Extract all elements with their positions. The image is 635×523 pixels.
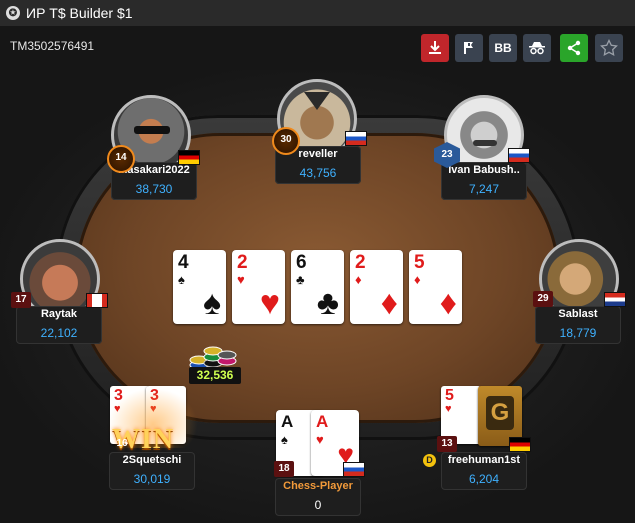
favorite-button[interactable] bbox=[595, 34, 623, 62]
download-icon bbox=[429, 41, 441, 54]
level-badge: 30 bbox=[272, 127, 300, 155]
player-stack: 30,019 bbox=[133, 472, 171, 486]
player-plate: Sablast 18,779 bbox=[535, 306, 621, 344]
level-badge: 17 bbox=[11, 292, 31, 308]
level-badge: 29 bbox=[533, 291, 553, 307]
flag-germany-icon bbox=[178, 150, 200, 165]
level-badge: 13 bbox=[437, 436, 457, 452]
player-plate: Ivan Babush.. 7,247 bbox=[441, 162, 527, 200]
table-id: TM3502576491 bbox=[10, 39, 95, 53]
level-badge: 14 bbox=[107, 145, 135, 173]
board-card: 4 ♠ ♠ bbox=[173, 250, 226, 324]
heart-icon: ♥ bbox=[259, 284, 280, 322]
star-icon bbox=[600, 39, 618, 57]
app-logo-icon: ✪ bbox=[6, 6, 20, 20]
flag-russia-icon bbox=[343, 462, 365, 477]
player-stack: 22,102 bbox=[40, 326, 78, 340]
flag-croatia-icon bbox=[604, 292, 626, 307]
flag-russia-icon bbox=[345, 131, 367, 146]
player-name: Ivan Babush.. bbox=[448, 164, 520, 176]
player-stack: 43,756 bbox=[299, 166, 337, 180]
diamond-icon: ♦ bbox=[380, 284, 398, 322]
player-name: Chess-Player bbox=[283, 480, 353, 492]
flag-germany-icon bbox=[509, 437, 531, 452]
player-plate: Chess-Player 0 bbox=[275, 478, 361, 516]
player-stack: 0 bbox=[314, 498, 322, 512]
download-button[interactable] bbox=[421, 34, 449, 62]
flag-icon bbox=[464, 42, 473, 54]
player-name: 2Squetschi bbox=[122, 454, 182, 466]
incognito-button[interactable] bbox=[523, 34, 551, 62]
player-name: freehuman1st bbox=[447, 454, 521, 466]
level-badge: 16 bbox=[116, 438, 128, 449]
player-stack: 6,204 bbox=[468, 472, 500, 486]
spy-icon bbox=[529, 42, 545, 55]
player-plate: freehuman1st 6,204 bbox=[441, 452, 527, 490]
mustache-icon bbox=[473, 140, 497, 146]
report-button[interactable] bbox=[455, 34, 483, 62]
dealer-button: D bbox=[423, 454, 436, 467]
player-stack: 38,730 bbox=[135, 182, 173, 196]
player-plate: Raytak 22,102 bbox=[16, 306, 102, 344]
board-card: 6 ♣ ♣ bbox=[291, 250, 344, 324]
arrow-mark-icon bbox=[304, 92, 330, 110]
board-card: 2 ♦ ♦ bbox=[350, 250, 403, 324]
chip-stack-icon bbox=[189, 346, 237, 370]
player-name: Raytak bbox=[40, 308, 78, 320]
sunglasses-icon bbox=[134, 126, 170, 134]
big-blind-toggle-button[interactable]: BB bbox=[489, 34, 517, 62]
flag-canada-icon bbox=[86, 293, 108, 308]
diamond-icon: ♦ bbox=[439, 284, 457, 322]
board-card: 2 ♥ ♥ bbox=[232, 250, 285, 324]
player-stack: 18,779 bbox=[559, 326, 597, 340]
pot-amount: 32,536 bbox=[189, 367, 241, 384]
flag-russia-icon bbox=[508, 148, 530, 163]
pot: 32,536 bbox=[187, 337, 243, 385]
board-card: 5 ♦ ♦ bbox=[409, 250, 462, 324]
share-button[interactable] bbox=[560, 34, 588, 62]
player-stack: 7,247 bbox=[468, 182, 500, 196]
player-plate: 2Squetschi 30,019 bbox=[109, 452, 195, 490]
player-name: Sablast bbox=[558, 308, 598, 320]
brand-logo-icon: G bbox=[486, 396, 514, 430]
table-toolbar: TM3502576491 BB bbox=[0, 26, 635, 70]
level-badge: 18 bbox=[274, 461, 294, 477]
title-bar: ✪ ИР T$ Builder $1 bbox=[0, 0, 635, 26]
window-title: ИР T$ Builder $1 bbox=[26, 5, 133, 21]
club-icon: ♣ bbox=[316, 284, 339, 322]
share-icon bbox=[567, 40, 581, 56]
spade-icon: ♠ bbox=[202, 284, 221, 322]
